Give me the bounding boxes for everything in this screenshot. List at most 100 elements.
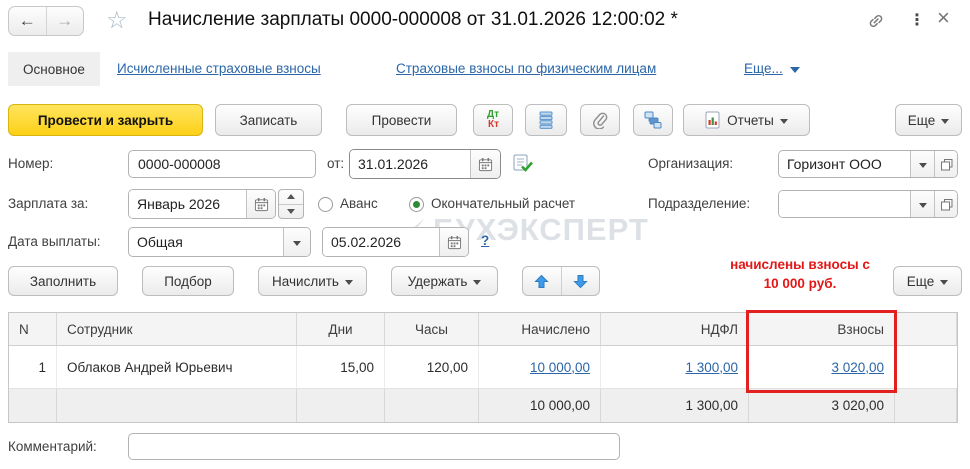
toolbar-more-label: Еще <box>907 112 936 128</box>
col-header-accrued[interactable]: Начислено <box>479 313 601 346</box>
back-button[interactable]: ← <box>9 7 47 35</box>
cell-days: 15,00 <box>297 346 385 389</box>
accrue-label: Начислить <box>272 273 339 289</box>
advance-radio-label: Аванс <box>340 196 378 211</box>
close-icon[interactable]: × <box>937 5 950 31</box>
from-label: от: <box>327 156 345 171</box>
ndfl-amount-link[interactable]: 1 300,00 <box>685 360 738 375</box>
calendar-icon[interactable] <box>470 150 500 178</box>
col-header-employee[interactable]: Сотрудник <box>57 313 297 346</box>
move-row-group <box>522 266 600 296</box>
save-button[interactable]: Записать <box>215 104 322 136</box>
advance-radio[interactable] <box>318 197 333 212</box>
grid-more-button[interactable]: Еще <box>893 266 962 296</box>
get-link-icon[interactable] <box>866 11 886 34</box>
period-field <box>128 189 276 219</box>
accrued-amount-link[interactable]: 10 000,00 <box>530 360 590 375</box>
tab-main-label: Основное <box>23 61 85 77</box>
document-structure-button[interactable] <box>633 104 673 136</box>
cell-n: 1 <box>9 346 57 389</box>
department-label: Подразделение: <box>648 196 751 211</box>
tab-more[interactable]: Еще... <box>744 61 800 76</box>
cell-hours: 120,00 <box>385 346 479 389</box>
post-button[interactable]: Провести <box>346 104 457 136</box>
tab-contributions-individuals[interactable]: Страховые взносы по физическим лицам <box>396 61 656 76</box>
table-header-row: N Сотрудник Дни Часы Начислено НДФЛ Взно… <box>9 313 957 346</box>
pay-kind-value[interactable]: Общая <box>129 228 283 256</box>
contributions-annotation: начислены взносы с 10 000 руб. <box>730 257 870 291</box>
calendar-icon[interactable] <box>246 190 275 218</box>
open-item-icon[interactable] <box>934 151 957 177</box>
dt-kt-postings-button[interactable]: Дт Кт <box>473 104 513 136</box>
total-contributions: 3 020,00 <box>749 389 895 422</box>
withhold-label: Удержать <box>407 273 468 289</box>
department-input[interactable] <box>779 191 910 217</box>
employees-table: N Сотрудник Дни Часы Начислено НДФЛ Взно… <box>8 312 958 423</box>
step-up-icon[interactable] <box>279 190 303 205</box>
forward-button[interactable]: → <box>47 7 84 35</box>
more-commands-icon[interactable]: ⋮ <box>909 10 925 30</box>
calendar-icon[interactable] <box>439 228 468 256</box>
chevron-down-icon <box>940 279 949 285</box>
tab-main[interactable]: Основное <box>8 52 100 86</box>
tab-calculated-contributions[interactable]: Исчисленные страховые взносы <box>117 61 321 76</box>
favorites-star-icon[interactable]: ☆ <box>106 6 128 35</box>
help-link[interactable]: ? <box>481 233 489 248</box>
reports-label: Отчеты <box>727 112 774 128</box>
list-icon <box>539 111 553 129</box>
col-header-n[interactable]: N <box>9 313 57 346</box>
move-row-up-button[interactable] <box>523 267 562 295</box>
comment-input[interactable] <box>128 433 620 460</box>
col-header-contributions[interactable]: Взносы <box>749 313 895 346</box>
number-input[interactable] <box>128 150 316 178</box>
comment-label: Комментарий: <box>8 439 97 454</box>
accrue-button[interactable]: Начислить <box>258 266 367 296</box>
register-records-button[interactable] <box>525 104 567 136</box>
post-and-close-button[interactable]: Провести и закрыть <box>8 104 203 136</box>
withhold-button[interactable]: Удержать <box>391 266 498 296</box>
table-row[interactable]: 1 Облаков Андрей Юрьевич 15,00 120,00 10… <box>9 346 957 389</box>
pay-date-field <box>322 227 469 257</box>
cell-empty <box>895 346 957 389</box>
grid-more-label: Еще <box>906 273 935 289</box>
period-stepper[interactable] <box>278 189 304 219</box>
final-settlement-radio[interactable] <box>409 197 424 212</box>
doc-date-field <box>349 149 501 179</box>
col-header-hours[interactable]: Часы <box>385 313 479 346</box>
doc-date-input[interactable] <box>350 150 470 178</box>
nav-history-group: ← → <box>8 6 84 36</box>
post-label: Провести <box>371 112 432 128</box>
organization-value[interactable]: Горизонт ООО <box>779 151 910 177</box>
chevron-down-icon[interactable] <box>910 151 934 177</box>
step-down-icon[interactable] <box>279 205 303 219</box>
department-combobox <box>778 190 958 218</box>
reports-button[interactable]: Отчеты <box>683 104 810 136</box>
chevron-down-icon <box>344 279 353 285</box>
chevron-down-icon[interactable] <box>910 191 934 217</box>
contributions-amount-link[interactable]: 3 020,00 <box>831 360 884 375</box>
pay-kind-combobox: Общая <box>128 227 311 257</box>
col-header-ndfl[interactable]: НДФЛ <box>601 313 749 346</box>
open-item-icon[interactable] <box>934 191 957 217</box>
organization-combobox: Горизонт ООО <box>778 150 958 178</box>
chevron-down-icon <box>789 66 800 73</box>
toolbar-more-button[interactable]: Еще <box>895 104 962 136</box>
attachments-button[interactable] <box>580 104 620 136</box>
save-label: Записать <box>239 112 298 128</box>
view-postings-icon[interactable] <box>512 153 533 177</box>
fill-button[interactable]: Заполнить <box>8 266 118 296</box>
move-row-down-button[interactable] <box>562 267 600 295</box>
col-header-days[interactable]: Дни <box>297 313 385 346</box>
page-title: Начисление зарплаты 0000-000008 от 31.01… <box>148 9 678 30</box>
number-label: Номер: <box>8 156 54 171</box>
pick-button[interactable]: Подбор <box>142 266 234 296</box>
col-header-empty <box>895 313 957 346</box>
pay-date-input[interactable] <box>323 228 439 256</box>
cell-employee: Облаков Андрей Юрьевич <box>57 346 297 389</box>
chevron-down-icon[interactable] <box>283 228 310 256</box>
organization-label: Организация: <box>648 156 734 171</box>
paperclip-icon <box>593 112 608 129</box>
tab-more-label: Еще... <box>744 61 783 76</box>
period-input[interactable] <box>129 190 246 218</box>
period-label: Зарплата за: <box>8 196 89 211</box>
